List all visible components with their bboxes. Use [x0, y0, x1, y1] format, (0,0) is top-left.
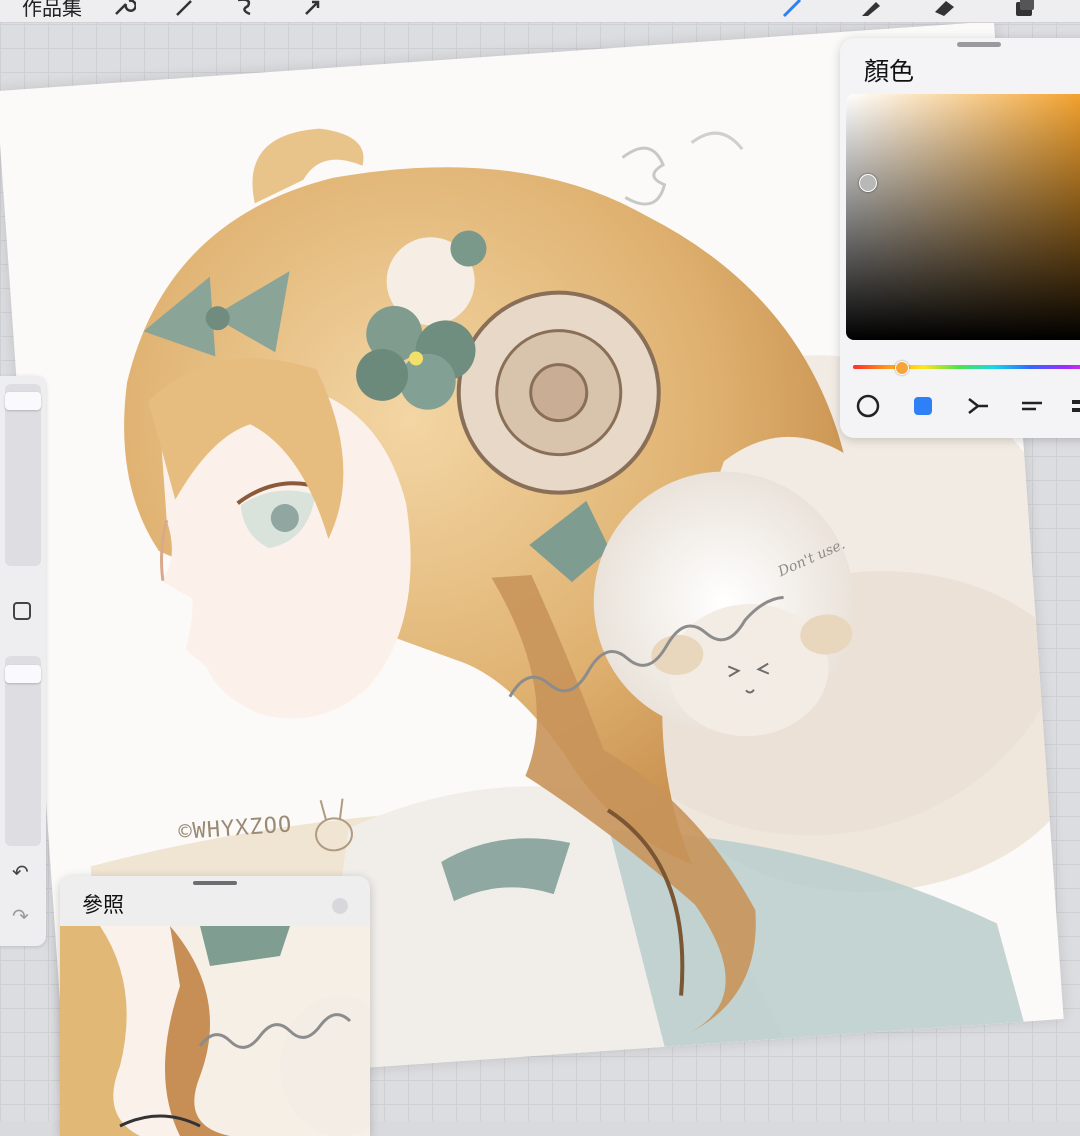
redo-icon[interactable]: ↷ — [12, 904, 29, 928]
gallery-button[interactable]: 作品集 — [22, 0, 82, 21]
opacity-thumb[interactable] — [5, 665, 41, 683]
palettes-tab-icon[interactable] — [1070, 394, 1080, 418]
reference-image — [60, 926, 370, 1136]
color-panel: 顏色 — [840, 38, 1080, 438]
magic-wand-icon[interactable] — [172, 0, 198, 20]
classic-tab-icon[interactable] — [911, 394, 935, 418]
brush-size-thumb[interactable] — [5, 392, 41, 410]
panel-grabber[interactable] — [957, 42, 1001, 47]
brush-icon[interactable] — [780, 0, 806, 20]
smudge-icon[interactable] — [858, 0, 884, 20]
disc-tab-icon[interactable] — [856, 394, 880, 418]
opacity-slider[interactable] — [5, 656, 41, 846]
hue-slider-handle[interactable] — [895, 361, 909, 375]
transform-arrow-icon[interactable] — [300, 0, 326, 20]
reference-title: 參照 — [82, 893, 124, 917]
wrench-icon[interactable] — [110, 0, 136, 20]
value-tab-icon[interactable] — [1020, 394, 1044, 418]
brush-size-slider[interactable] — [5, 384, 41, 566]
selection-icon[interactable] — [232, 0, 258, 20]
undo-icon[interactable]: ↶ — [12, 860, 29, 884]
sidebar: ↶ ↷ — [0, 376, 46, 946]
layers-icon[interactable] — [1012, 0, 1038, 20]
color-picker-handle[interactable] — [859, 174, 877, 192]
reference-panel: 參照 — [60, 876, 370, 1136]
reference-options-icon[interactable] — [332, 898, 348, 914]
eraser-icon[interactable] — [932, 0, 958, 20]
harmony-tab-icon[interactable] — [966, 394, 990, 418]
modify-button[interactable] — [13, 602, 31, 620]
top-toolbar: 作品集 — [0, 0, 1080, 23]
reference-artwork — [60, 926, 370, 1136]
color-panel-title: 顏色 — [864, 57, 915, 86]
saturation-brightness-field[interactable] — [846, 94, 1080, 340]
hue-slider[interactable] — [853, 365, 1080, 369]
reference-grabber[interactable] — [193, 881, 237, 885]
